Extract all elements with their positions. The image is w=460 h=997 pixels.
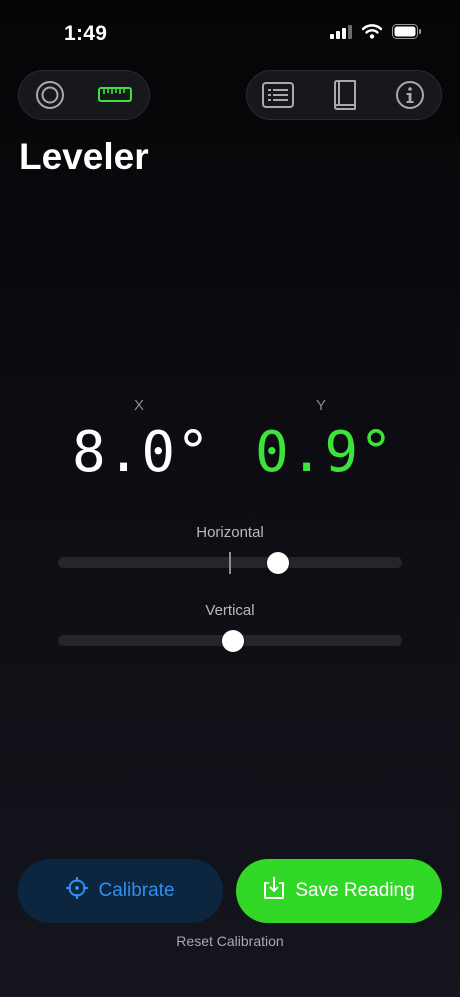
status-time: 1:49 — [64, 22, 108, 45]
y-angle-reading: 0.9° — [255, 420, 394, 485]
page-title: Leveler — [19, 136, 149, 177]
vertical-slider-label: Vertical — [205, 602, 255, 619]
horizontal-slider-thumb[interactable] — [267, 552, 290, 574]
info-icon[interactable] — [393, 78, 427, 112]
crosshair-icon — [66, 877, 89, 905]
save-reading-label: Save Reading — [295, 880, 415, 901]
cellular-signal-icon — [330, 24, 352, 44]
horizontal-center-tick — [229, 552, 231, 574]
reset-calibration-link[interactable]: Reset Calibration — [0, 933, 460, 949]
battery-icon — [392, 24, 422, 44]
save-reading-button[interactable]: Save Reading — [236, 859, 442, 923]
list-icon[interactable] — [261, 78, 295, 112]
save-download-icon — [263, 876, 285, 906]
ruler-icon[interactable] — [95, 78, 135, 112]
calibrate-button[interactable]: Calibrate — [18, 859, 223, 923]
mode-toolbar — [18, 70, 150, 120]
status-icons — [330, 24, 422, 44]
calibrate-label: Calibrate — [98, 880, 175, 901]
y-axis-label: Y — [315, 397, 326, 414]
bubble-level-icon[interactable] — [33, 78, 67, 112]
wifi-icon — [361, 24, 383, 44]
vertical-slider-thumb[interactable] — [222, 630, 245, 652]
x-axis-label: X — [133, 397, 144, 414]
horizontal-slider-label: Horizontal — [196, 524, 264, 541]
actions-toolbar — [246, 70, 442, 120]
book-icon[interactable] — [327, 78, 361, 112]
x-angle-reading: 8.0° — [72, 420, 211, 485]
